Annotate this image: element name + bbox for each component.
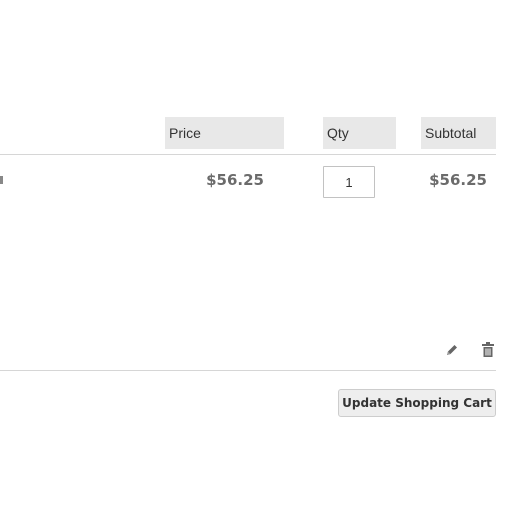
col-header-qty-label: Qty	[327, 125, 349, 141]
update-shopping-cart-button[interactable]: Update Shopping Cart	[338, 389, 496, 417]
col-header-subtotal: Subtotal	[421, 117, 496, 149]
col-header-price-label: Price	[169, 125, 201, 141]
trash-icon[interactable]	[480, 341, 496, 359]
col-header-subtotal-label: Subtotal	[425, 125, 477, 141]
header-divider	[0, 154, 496, 155]
item-row-edge	[0, 176, 3, 184]
row-divider	[0, 370, 496, 371]
col-header-price: Price	[165, 117, 284, 149]
item-subtotal: $56.25	[429, 171, 487, 189]
qty-input[interactable]	[323, 166, 375, 198]
pencil-icon[interactable]	[444, 342, 460, 358]
col-header-qty: Qty	[323, 117, 396, 149]
item-price: $56.25	[206, 171, 264, 189]
